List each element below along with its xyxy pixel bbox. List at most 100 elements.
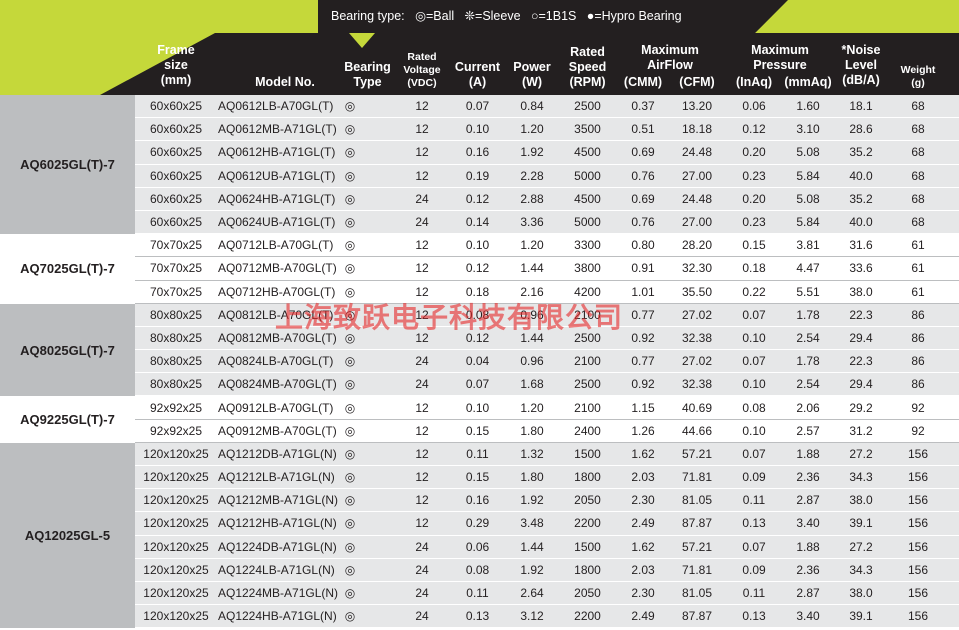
cell-cmm: 1.15 [631, 400, 655, 415]
cell-bearing-type: ◎ [344, 215, 356, 230]
cell-frame-size: 120x120x25 [143, 562, 209, 577]
cell-cmm: 0.76 [631, 215, 655, 230]
cell-noise: 29.2 [849, 400, 873, 415]
cell-current: 0.13 [465, 609, 490, 624]
cell-frame-size: 60x60x25 [149, 215, 203, 230]
product-group: AQ12025GL-5 120x120x25 AQ1212DB-A71GL(N) ◎ 1… [0, 442, 959, 629]
cell-noise: 34.3 [849, 470, 873, 485]
cell-mmaq: 5.51 [796, 284, 820, 299]
cell-current: 0.10 [465, 400, 490, 415]
cell-frame-size: 120x120x25 [143, 539, 209, 554]
cell-mmaq: 2.87 [796, 586, 820, 601]
cell-power: 2.16 [520, 284, 544, 299]
cell-rated-speed: 1500 [574, 446, 601, 461]
cell-cmm: 0.80 [631, 238, 655, 253]
cell-mmaq: 4.47 [796, 261, 820, 276]
cell-noise: 27.2 [849, 446, 873, 461]
cell-cmm: 0.76 [631, 168, 655, 183]
cell-noise: 40.0 [849, 168, 873, 183]
cell-noise: 35.2 [849, 145, 873, 160]
cell-bearing-type: ◎ [344, 238, 356, 253]
cell-cfm: 87.87 [681, 516, 713, 531]
cell-current: 0.18 [465, 284, 490, 299]
cell-current: 0.12 [465, 330, 490, 345]
cell-weight: 156 [907, 539, 929, 554]
product-group: AQ8025GL(T)-7 80x80x25 AQ0812LB-A70GL(T) ◎ 1… [0, 303, 959, 397]
table-row: 70x70x25 AQ0712MB-A70GL(T) ◎ 12 0.12 1.44 3800… [135, 257, 959, 281]
cell-noise: 18.1 [849, 99, 873, 114]
cell-cfm: 35.50 [681, 284, 713, 299]
cell-model-no: AQ0612LB-A70GL(T) [218, 99, 334, 114]
cell-rated-voltage: 12 [415, 400, 429, 415]
cell-cmm: 1.62 [631, 539, 655, 554]
cell-bearing-type: ◎ [344, 470, 356, 485]
cell-inaq: 0.10 [742, 377, 766, 392]
table-row: 60x60x25 AQ0612HB-A71GL(T) ◎ 12 0.16 1.92 4500… [135, 141, 959, 165]
cell-noise: 27.2 [849, 539, 873, 554]
cell-rated-speed: 3800 [574, 261, 601, 276]
cell-rated-voltage: 24 [415, 562, 429, 577]
cell-model-no: AQ1212MB-A71GL(N) [218, 493, 339, 508]
cell-inaq: 0.22 [742, 284, 766, 299]
cell-inaq: 0.18 [742, 261, 766, 276]
cell-rated-speed: 4500 [574, 145, 601, 160]
cell-rated-voltage: 24 [415, 354, 429, 369]
table-row: 92x92x25 AQ0912MB-A70GL(T) ◎ 12 0.15 1.80 2400… [135, 419, 959, 443]
cell-current: 0.04 [465, 354, 490, 369]
cell-frame-size: 92x92x25 [149, 423, 203, 438]
series-label: AQ6025GL(T)-7 [0, 95, 135, 235]
cell-power: 1.44 [520, 539, 544, 554]
cell-rated-voltage: 24 [415, 609, 429, 624]
cell-rated-voltage: 24 [415, 377, 429, 392]
cell-bearing-type: ◎ [344, 493, 356, 508]
table-row: 60x60x25 AQ0612MB-A71GL(T) ◎ 12 0.10 1.20 3500… [135, 118, 959, 142]
cell-rated-voltage: 12 [415, 284, 429, 299]
cell-current: 0.11 [466, 446, 489, 461]
cell-mmaq: 5.84 [796, 215, 820, 230]
cell-rated-speed: 2500 [574, 99, 601, 114]
cell-inaq: 0.11 [742, 493, 766, 508]
cell-power: 2.28 [520, 168, 544, 183]
table-row: 60x60x25 AQ0612UB-A71GL(T) ◎ 12 0.19 2.28 5000… [135, 164, 959, 188]
cell-current: 0.08 [465, 307, 490, 322]
cell-model-no: AQ0624HB-A71GL(T) [218, 191, 336, 206]
cell-noise: 29.4 [849, 377, 873, 392]
cell-cmm: 0.77 [631, 354, 655, 369]
cell-cmm: 0.69 [631, 191, 655, 206]
cell-current: 0.14 [465, 215, 490, 230]
cell-frame-size: 120x120x25 [143, 446, 209, 461]
cell-cfm: 57.21 [681, 539, 713, 554]
cell-weight: 156 [907, 470, 929, 485]
cell-power: 2.88 [520, 191, 544, 206]
cell-mmaq: 2.36 [796, 470, 820, 485]
cell-cmm: 2.49 [631, 516, 655, 531]
cell-inaq: 0.15 [742, 238, 766, 253]
cell-cfm: 71.81 [681, 470, 713, 485]
cell-model-no: AQ0824MB-A70GL(T) [218, 377, 337, 392]
table-row: 120x120x25 AQ1212HB-A71GL(N) ◎ 12 0.29 3.48 22… [135, 512, 959, 536]
cell-cfm: 24.48 [681, 145, 713, 160]
cell-inaq: 0.07 [742, 354, 766, 369]
cell-cmm: 0.92 [631, 377, 655, 392]
cell-power: 1.92 [520, 562, 544, 577]
cell-cfm: 87.87 [681, 609, 713, 624]
cell-frame-size: 120x120x25 [143, 516, 209, 531]
cell-rated-voltage: 12 [415, 99, 429, 114]
cell-model-no: AQ1212LB-A71GL(N) [218, 470, 335, 485]
cell-frame-size: 80x80x25 [149, 307, 203, 322]
cell-mmaq: 1.78 [796, 307, 820, 322]
cell-rated-voltage: 12 [415, 470, 429, 485]
cell-power: 1.92 [520, 493, 544, 508]
cell-frame-size: 92x92x25 [149, 400, 203, 415]
cell-frame-size: 120x120x25 [143, 470, 209, 485]
table-row: 60x60x25 AQ0612LB-A70GL(T) ◎ 12 0.07 0.84 2500… [135, 95, 959, 119]
cell-cfm: 27.00 [681, 168, 713, 183]
cell-noise: 33.6 [849, 261, 873, 276]
cell-weight: 156 [907, 493, 929, 508]
cell-weight: 68 [911, 99, 925, 114]
cell-bearing-type: ◎ [344, 145, 356, 160]
cell-rated-speed: 1500 [574, 539, 601, 554]
cell-model-no: AQ0612MB-A71GL(T) [218, 122, 337, 137]
product-group: AQ6025GL(T)-7 60x60x25 AQ0612LB-A70GL(T) ◎ 1… [0, 95, 959, 235]
cell-rated-speed: 3300 [574, 238, 601, 253]
